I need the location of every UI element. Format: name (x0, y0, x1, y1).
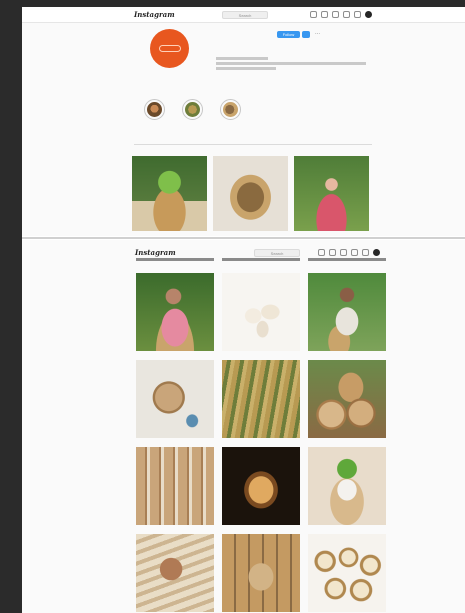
post-thumbnail[interactable] (136, 360, 214, 438)
search-input[interactable]: Search (254, 249, 300, 257)
new-post-icon[interactable] (340, 249, 347, 256)
profile-avatar[interactable] (150, 29, 189, 68)
more-options-icon[interactable]: ··· (315, 31, 320, 37)
profile-avatar-icon[interactable] (373, 249, 380, 256)
heart-icon[interactable] (354, 11, 361, 18)
profile-avatar-icon[interactable] (365, 11, 372, 18)
bio-text (216, 62, 366, 65)
post-thumbnail[interactable] (222, 534, 300, 612)
screenshot-frame: Instagram Search Follow ··· Instagram Se… (22, 7, 465, 613)
cropped-post-row (222, 258, 300, 261)
profile-tabs (134, 144, 372, 148)
post-thumbnail[interactable] (136, 534, 214, 612)
highlight-cover (146, 102, 162, 117)
home-icon[interactable] (318, 249, 325, 256)
explore-icon[interactable] (351, 249, 358, 256)
profile-panel-bottom: Instagram Search (22, 240, 465, 613)
explore-icon[interactable] (343, 11, 350, 18)
profile-panel-top: Instagram Search Follow ··· (22, 7, 465, 236)
bio-name (216, 57, 268, 60)
post-thumbnail[interactable] (308, 447, 386, 525)
instagram-logo[interactable]: Instagram (134, 10, 175, 19)
brand-logo-mark (158, 45, 181, 52)
bio-link[interactable] (216, 67, 276, 70)
story-highlights (142, 99, 242, 122)
direct-icon[interactable] (329, 249, 336, 256)
post-thumbnail[interactable] (308, 360, 386, 438)
post-thumbnail[interactable] (213, 156, 288, 231)
post-thumbnail[interactable] (308, 273, 386, 351)
new-post-icon[interactable] (332, 11, 339, 18)
post-thumbnail[interactable] (222, 447, 300, 525)
post-thumbnail[interactable] (136, 447, 214, 525)
highlight-cover (184, 102, 200, 117)
post-thumbnail[interactable] (308, 534, 386, 612)
follow-button[interactable]: Follow (277, 31, 300, 38)
nav-icon-group (318, 249, 380, 256)
post-grid-top (132, 156, 369, 231)
highlight-item[interactable] (142, 99, 166, 122)
highlight-item[interactable] (218, 99, 242, 122)
cropped-post-row (136, 258, 214, 261)
cropped-post-row (308, 258, 386, 261)
post-thumbnail[interactable] (136, 273, 214, 351)
profile-bio (216, 55, 376, 72)
post-thumbnail[interactable] (222, 360, 300, 438)
home-icon[interactable] (310, 11, 317, 18)
post-thumbnail[interactable] (222, 273, 300, 351)
instagram-logo[interactable]: Instagram (135, 248, 176, 257)
top-nav: Instagram Search (22, 7, 465, 23)
post-grid-bottom (136, 273, 386, 612)
screenshot-divider (22, 237, 465, 239)
search-input[interactable]: Search (222, 11, 268, 19)
direct-icon[interactable] (321, 11, 328, 18)
highlight-item[interactable] (180, 99, 204, 122)
suggested-dropdown-button[interactable] (302, 31, 310, 38)
post-thumbnail[interactable] (132, 156, 207, 231)
post-thumbnail[interactable] (294, 156, 369, 231)
nav-icon-group (310, 11, 372, 18)
highlight-cover (222, 102, 238, 117)
heart-icon[interactable] (362, 249, 369, 256)
